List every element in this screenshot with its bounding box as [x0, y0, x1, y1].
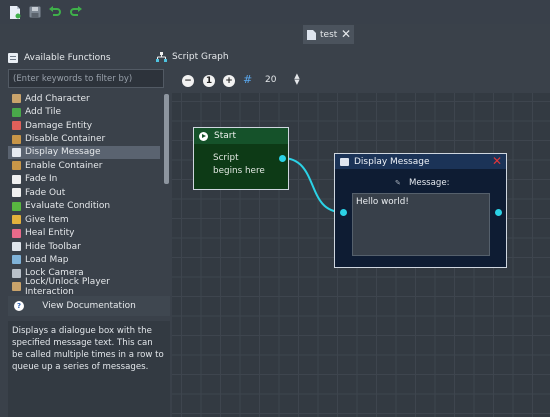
grid-size-stepper-icon[interactable]: ▲ ▼	[292, 73, 302, 87]
start-node-body: Script begins here	[213, 153, 265, 176]
camera-icon	[12, 268, 21, 278]
start-node[interactable]: Start Script begins here	[193, 127, 289, 190]
message-icon	[12, 147, 21, 157]
function-item[interactable]: Add Character	[8, 92, 160, 105]
function-item[interactable]: Enable Container	[8, 159, 160, 172]
pin-icon: ✎	[395, 179, 401, 187]
function-item[interactable]: Add Tile	[8, 105, 160, 118]
functions-panel: Available Functions Add Character Add Til…	[0, 45, 170, 417]
functions-panel-header: Available Functions	[0, 49, 170, 66]
toolbar-icon	[12, 242, 21, 252]
zoom-reset-button[interactable]: 1	[203, 75, 215, 87]
function-item[interactable]: Fade In	[8, 173, 160, 186]
message-field-label-row: ✎ Message:	[395, 178, 450, 188]
graph-icon	[156, 52, 167, 62]
view-documentation-label: View Documentation	[42, 301, 136, 311]
function-item-label: Fade Out	[25, 187, 66, 198]
grid-size-value[interactable]: 20	[265, 75, 276, 85]
function-item[interactable]: Load Map	[8, 253, 160, 266]
new-file-icon[interactable]	[8, 5, 22, 19]
function-description: Displays a dialogue box with the specifi…	[8, 321, 170, 417]
function-item[interactable]: Disable Container	[8, 132, 160, 145]
condition-icon	[12, 201, 21, 211]
display-message-node-title: Display Message	[354, 156, 430, 167]
functions-icon	[8, 52, 18, 63]
fade-in-icon	[12, 174, 21, 184]
help-icon: ?	[14, 301, 24, 311]
function-item-label: Fade In	[25, 174, 58, 185]
graph-toolbar: − 1 + # 20 ▲ ▼	[176, 71, 316, 91]
function-item[interactable]: Give Item	[8, 213, 160, 226]
document-tab-strip: test ✕	[0, 24, 550, 45]
functions-panel-title: Available Functions	[24, 52, 111, 63]
function-list-scrollbar[interactable]	[164, 94, 169, 184]
function-item-label: Lock/Unlock Player Interaction	[25, 276, 110, 297]
item-icon	[12, 215, 21, 225]
function-item-label: Add Tile	[25, 107, 62, 118]
display-message-input-port[interactable]	[340, 209, 347, 216]
function-item-label: Evaluate Condition	[25, 201, 111, 212]
function-item-label: Load Map	[25, 254, 69, 265]
start-output-port[interactable]	[279, 155, 286, 162]
function-item-label: Give Item	[25, 214, 69, 225]
redo-icon[interactable]	[69, 5, 83, 19]
zoom-out-button[interactable]: −	[182, 75, 194, 87]
message-icon	[340, 157, 349, 166]
lock-icon	[12, 282, 21, 292]
grid-snap-icon[interactable]: #	[243, 73, 255, 87]
function-item-label: Disable Container	[25, 134, 106, 145]
display-message-node[interactable]: Display Message ✕ ✎ Message: Hello world…	[334, 153, 507, 268]
start-node-title: Start	[214, 131, 236, 141]
fade-out-icon	[12, 188, 21, 198]
container-icon	[12, 161, 21, 171]
function-item-label: Enable Container	[25, 160, 103, 171]
function-item[interactable]: Evaluate Condition	[8, 200, 160, 213]
save-icon[interactable]	[28, 5, 42, 19]
play-icon	[199, 131, 208, 141]
character-icon	[12, 94, 21, 104]
tile-icon	[12, 107, 21, 117]
function-item[interactable]: Lock/Unlock Player Interaction	[8, 277, 160, 297]
display-message-output-port[interactable]	[495, 209, 502, 216]
tab-label: test	[320, 29, 338, 40]
message-field-label: Message:	[409, 178, 450, 188]
tab-test[interactable]: test ✕	[303, 25, 354, 44]
map-icon	[12, 255, 21, 265]
function-item-label: Add Character	[25, 93, 90, 104]
function-item-label: Display Message	[25, 147, 101, 158]
function-item[interactable]: Heal Entity	[8, 226, 160, 239]
function-item-label: Heal Entity	[25, 228, 75, 239]
close-node-icon[interactable]: ✕	[492, 154, 502, 169]
function-item-label: Damage Entity	[25, 120, 93, 131]
start-node-header[interactable]: Start	[194, 128, 288, 144]
function-item[interactable]: Display Message	[8, 145, 160, 160]
function-item[interactable]: Damage Entity	[8, 119, 160, 132]
script-graph-title: Script Graph	[172, 52, 229, 62]
function-item[interactable]: Fade Out	[8, 186, 160, 199]
function-item[interactable]: Hide Toolbar	[8, 240, 160, 253]
display-message-node-header[interactable]: Display Message ✕	[335, 154, 506, 169]
function-filter-input[interactable]	[8, 69, 164, 88]
close-tab-icon[interactable]: ✕	[341, 27, 351, 41]
container-icon	[12, 134, 21, 144]
message-text-field[interactable]: Hello world!	[352, 193, 490, 256]
main-toolbar	[0, 0, 550, 24]
undo-icon[interactable]	[48, 5, 62, 19]
document-icon	[307, 29, 316, 40]
function-item-label: Hide Toolbar	[25, 241, 81, 252]
heal-icon	[12, 228, 21, 238]
zoom-in-button[interactable]: +	[223, 75, 235, 87]
damage-icon	[12, 121, 21, 131]
script-graph-header: Script Graph	[156, 49, 550, 65]
view-documentation-button[interactable]: ? View Documentation	[8, 296, 170, 316]
